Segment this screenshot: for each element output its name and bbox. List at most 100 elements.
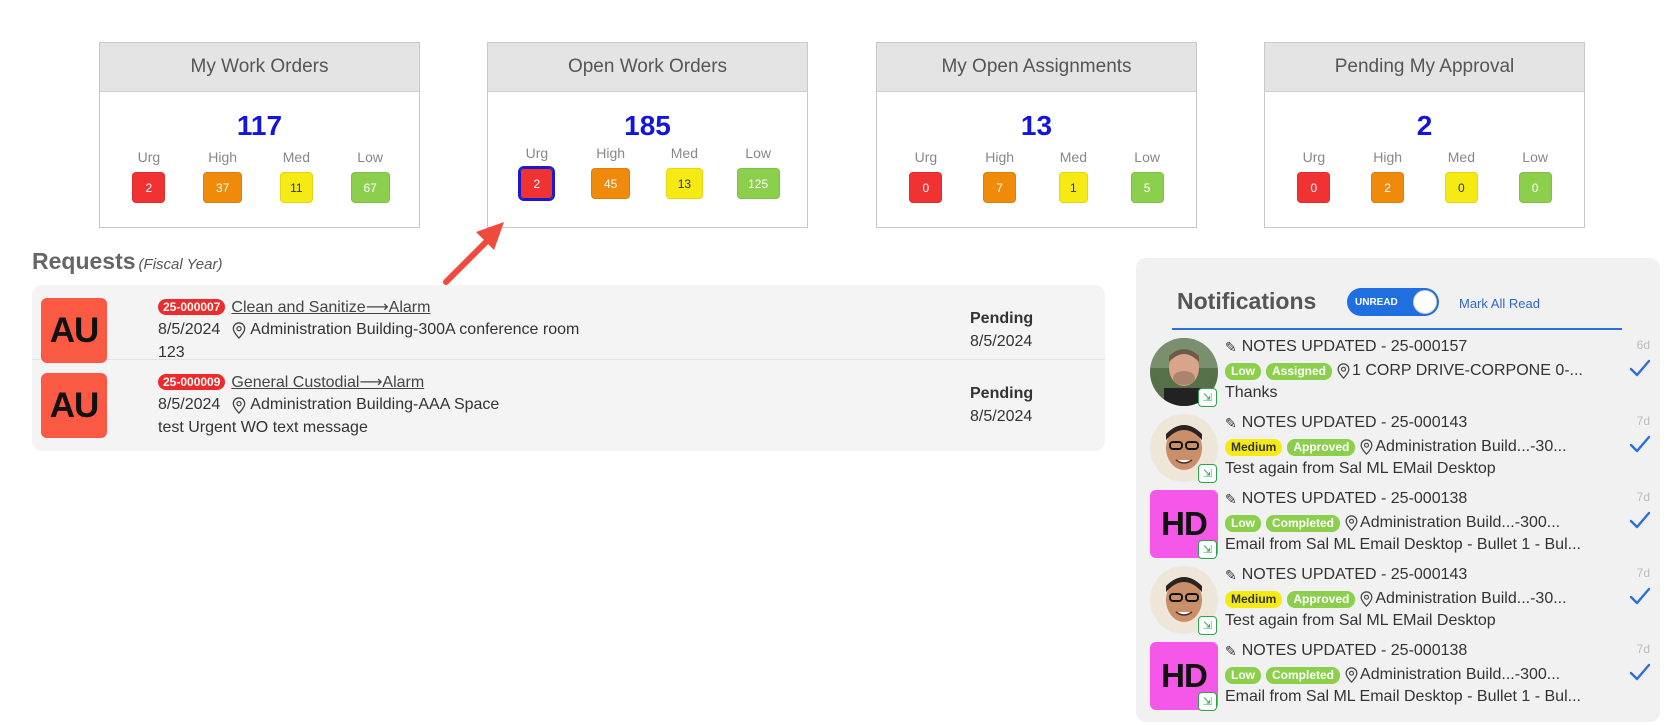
- priority-label-med: Med: [670, 145, 698, 161]
- medium-count[interactable]: 13: [665, 168, 703, 199]
- avatar: AU: [41, 298, 107, 363]
- notification-item[interactable]: HD ⇲ ✎ NOTES UPDATED - 25-000138 Low Comp…: [1150, 638, 1652, 713]
- priority-label-urg: Urg: [525, 145, 549, 161]
- status-tag: Approved: [1287, 590, 1356, 608]
- location-pin-icon: [1360, 439, 1373, 455]
- urgent-count[interactable]: 2: [132, 172, 166, 203]
- mark-read-check-icon[interactable]: [1628, 586, 1652, 606]
- notification-location: Administration Build...-300...: [1360, 514, 1561, 531]
- unread-toggle[interactable]: UNREAD: [1347, 288, 1439, 316]
- request-link[interactable]: General Custodial⟶Alarm: [231, 372, 424, 392]
- notifications-panel: Notifications UNREAD Mark All Read ⇲ ✎ NO…: [1136, 258, 1660, 722]
- mark-read-check-icon[interactable]: [1628, 662, 1652, 682]
- pencil-icon: ✎: [1225, 642, 1237, 659]
- notification-item[interactable]: ⇲ ✎ NOTES UPDATED - 25-000157 Low Assigne…: [1150, 334, 1652, 409]
- card-total[interactable]: 2: [1265, 108, 1584, 144]
- status-tag: Completed: [1266, 666, 1341, 684]
- card-my-open-assignments[interactable]: My Open Assignments 13 Urg 0 High 7 Med 1 L…: [876, 42, 1197, 228]
- priority-label-high: High: [208, 149, 238, 165]
- requests-subtitle: (Fiscal Year): [138, 256, 223, 273]
- priority-label-urg: Urg: [1302, 149, 1326, 165]
- status-date: 8/5/2024: [970, 408, 1033, 425]
- divider: [1172, 328, 1622, 330]
- notification-location: 1 CORP DRIVE-CORPONE 0-...: [1352, 362, 1583, 379]
- request-row[interactable]: AU 25-000007 Clean and Sanitize⟶Alarm 8/…: [32, 285, 1105, 363]
- priority-label-low: Low: [1134, 149, 1160, 165]
- location-pin-icon: [1345, 515, 1358, 531]
- location-pin-icon: [232, 396, 246, 414]
- notification-message: Test again from Sal ML EMail Desktop: [1225, 612, 1496, 629]
- notification-heading: NOTES UPDATED - 25-000143: [1241, 414, 1468, 431]
- pencil-icon: ✎: [1225, 414, 1237, 431]
- card-open-work-orders[interactable]: Open Work Orders 185 Urg 2 High 45 Med 13 L…: [487, 42, 808, 228]
- notification-location: Administration Build...-30...: [1375, 438, 1567, 455]
- request-date: 8/5/2024: [158, 321, 221, 338]
- card-title: Pending My Approval: [1265, 43, 1584, 92]
- urgent-count[interactable]: 0: [1297, 172, 1331, 203]
- notification-item[interactable]: ⇲ ✎ NOTES UPDATED - 25-000143 Medium Appr…: [1150, 410, 1652, 485]
- notification-item[interactable]: ⇲ ✎ NOTES UPDATED - 25-000143 Medium Appr…: [1150, 562, 1652, 637]
- pencil-icon: ✎: [1225, 566, 1237, 583]
- status-tag: Assigned: [1266, 362, 1333, 380]
- run-icon: ⇲: [1198, 464, 1217, 483]
- notification-message: Email from Sal ML Email Desktop - Bullet…: [1225, 688, 1581, 705]
- notification-message: Thanks: [1225, 384, 1278, 401]
- run-icon: ⇲: [1198, 388, 1217, 407]
- priority-label-high: High: [596, 145, 626, 161]
- priority-label-urg: Urg: [137, 149, 161, 165]
- request-link[interactable]: Clean and Sanitize⟶Alarm: [231, 297, 430, 317]
- low-count[interactable]: 0: [1518, 172, 1552, 203]
- notification-item[interactable]: HD ⇲ ✎ NOTES UPDATED - 25-000138 Low Comp…: [1150, 486, 1652, 561]
- card-title: Open Work Orders: [488, 43, 807, 92]
- mark-read-check-icon[interactable]: [1628, 434, 1652, 454]
- priority-label-low: Low: [745, 145, 771, 161]
- priority-label-low: Low: [1522, 149, 1548, 165]
- priority-label-med: Med: [282, 149, 310, 165]
- request-row[interactable]: AU 25-000009 General Custodial⟶Alarm 8/5…: [32, 360, 1105, 438]
- medium-count[interactable]: 1: [1058, 172, 1088, 203]
- priority-label-med: Med: [1059, 149, 1087, 165]
- request-location: Administration Building-300A conference …: [250, 321, 580, 338]
- priority-label-low: Low: [357, 149, 383, 165]
- urgent-count[interactable]: 0: [909, 172, 943, 203]
- card-total[interactable]: 117: [100, 108, 419, 144]
- priority-label-med: Med: [1447, 149, 1475, 165]
- card-total[interactable]: 13: [877, 108, 1196, 144]
- mark-all-read-link[interactable]: Mark All Read: [1459, 296, 1540, 311]
- requests-heading: Requests (Fiscal Year): [32, 248, 223, 274]
- high-count[interactable]: 7: [983, 172, 1017, 203]
- notification-heading: NOTES UPDATED - 25-000138: [1241, 642, 1468, 659]
- low-count[interactable]: 67: [350, 172, 390, 203]
- toggle-knob: [1413, 290, 1437, 314]
- high-count[interactable]: 37: [203, 172, 243, 203]
- status-date: 8/5/2024: [970, 333, 1033, 350]
- low-count[interactable]: 5: [1130, 172, 1164, 203]
- priority-tag: Low: [1225, 362, 1261, 380]
- location-pin-icon: [1345, 667, 1358, 683]
- priority-tag: Low: [1225, 666, 1261, 684]
- high-count[interactable]: 2: [1371, 172, 1405, 203]
- annotation-arrow-icon: [443, 222, 504, 285]
- card-title: My Work Orders: [100, 43, 419, 92]
- low-count[interactable]: 125: [736, 168, 780, 199]
- wo-number-badge: 25-000007: [158, 299, 226, 315]
- pencil-icon: ✎: [1225, 338, 1237, 355]
- high-count[interactable]: 45: [591, 168, 631, 199]
- card-pending-my-approval[interactable]: Pending My Approval 2 Urg 0 High 2 Med 0 Lo…: [1264, 42, 1585, 228]
- medium-count[interactable]: 11: [279, 172, 313, 203]
- location-pin-icon: [232, 321, 246, 339]
- priority-label-high: High: [1373, 149, 1403, 165]
- card-my-work-orders[interactable]: My Work Orders 117 Urg 2 High 37 Med 11 Low…: [99, 42, 420, 228]
- card-total[interactable]: 185: [488, 108, 807, 144]
- notification-location: Administration Build...-30...: [1375, 590, 1567, 607]
- mark-read-check-icon[interactable]: [1628, 358, 1652, 378]
- priority-label-high: High: [985, 149, 1015, 165]
- request-date: 8/5/2024: [158, 396, 221, 413]
- mark-read-check-icon[interactable]: [1628, 510, 1652, 530]
- toggle-label: UNREAD: [1355, 296, 1398, 308]
- urgent-count[interactable]: 2: [518, 166, 556, 201]
- notification-heading: NOTES UPDATED - 25-000143: [1241, 566, 1468, 583]
- medium-count[interactable]: 0: [1444, 172, 1478, 203]
- pencil-icon: ✎: [1225, 490, 1237, 507]
- notification-message: Test again from Sal ML EMail Desktop: [1225, 460, 1496, 477]
